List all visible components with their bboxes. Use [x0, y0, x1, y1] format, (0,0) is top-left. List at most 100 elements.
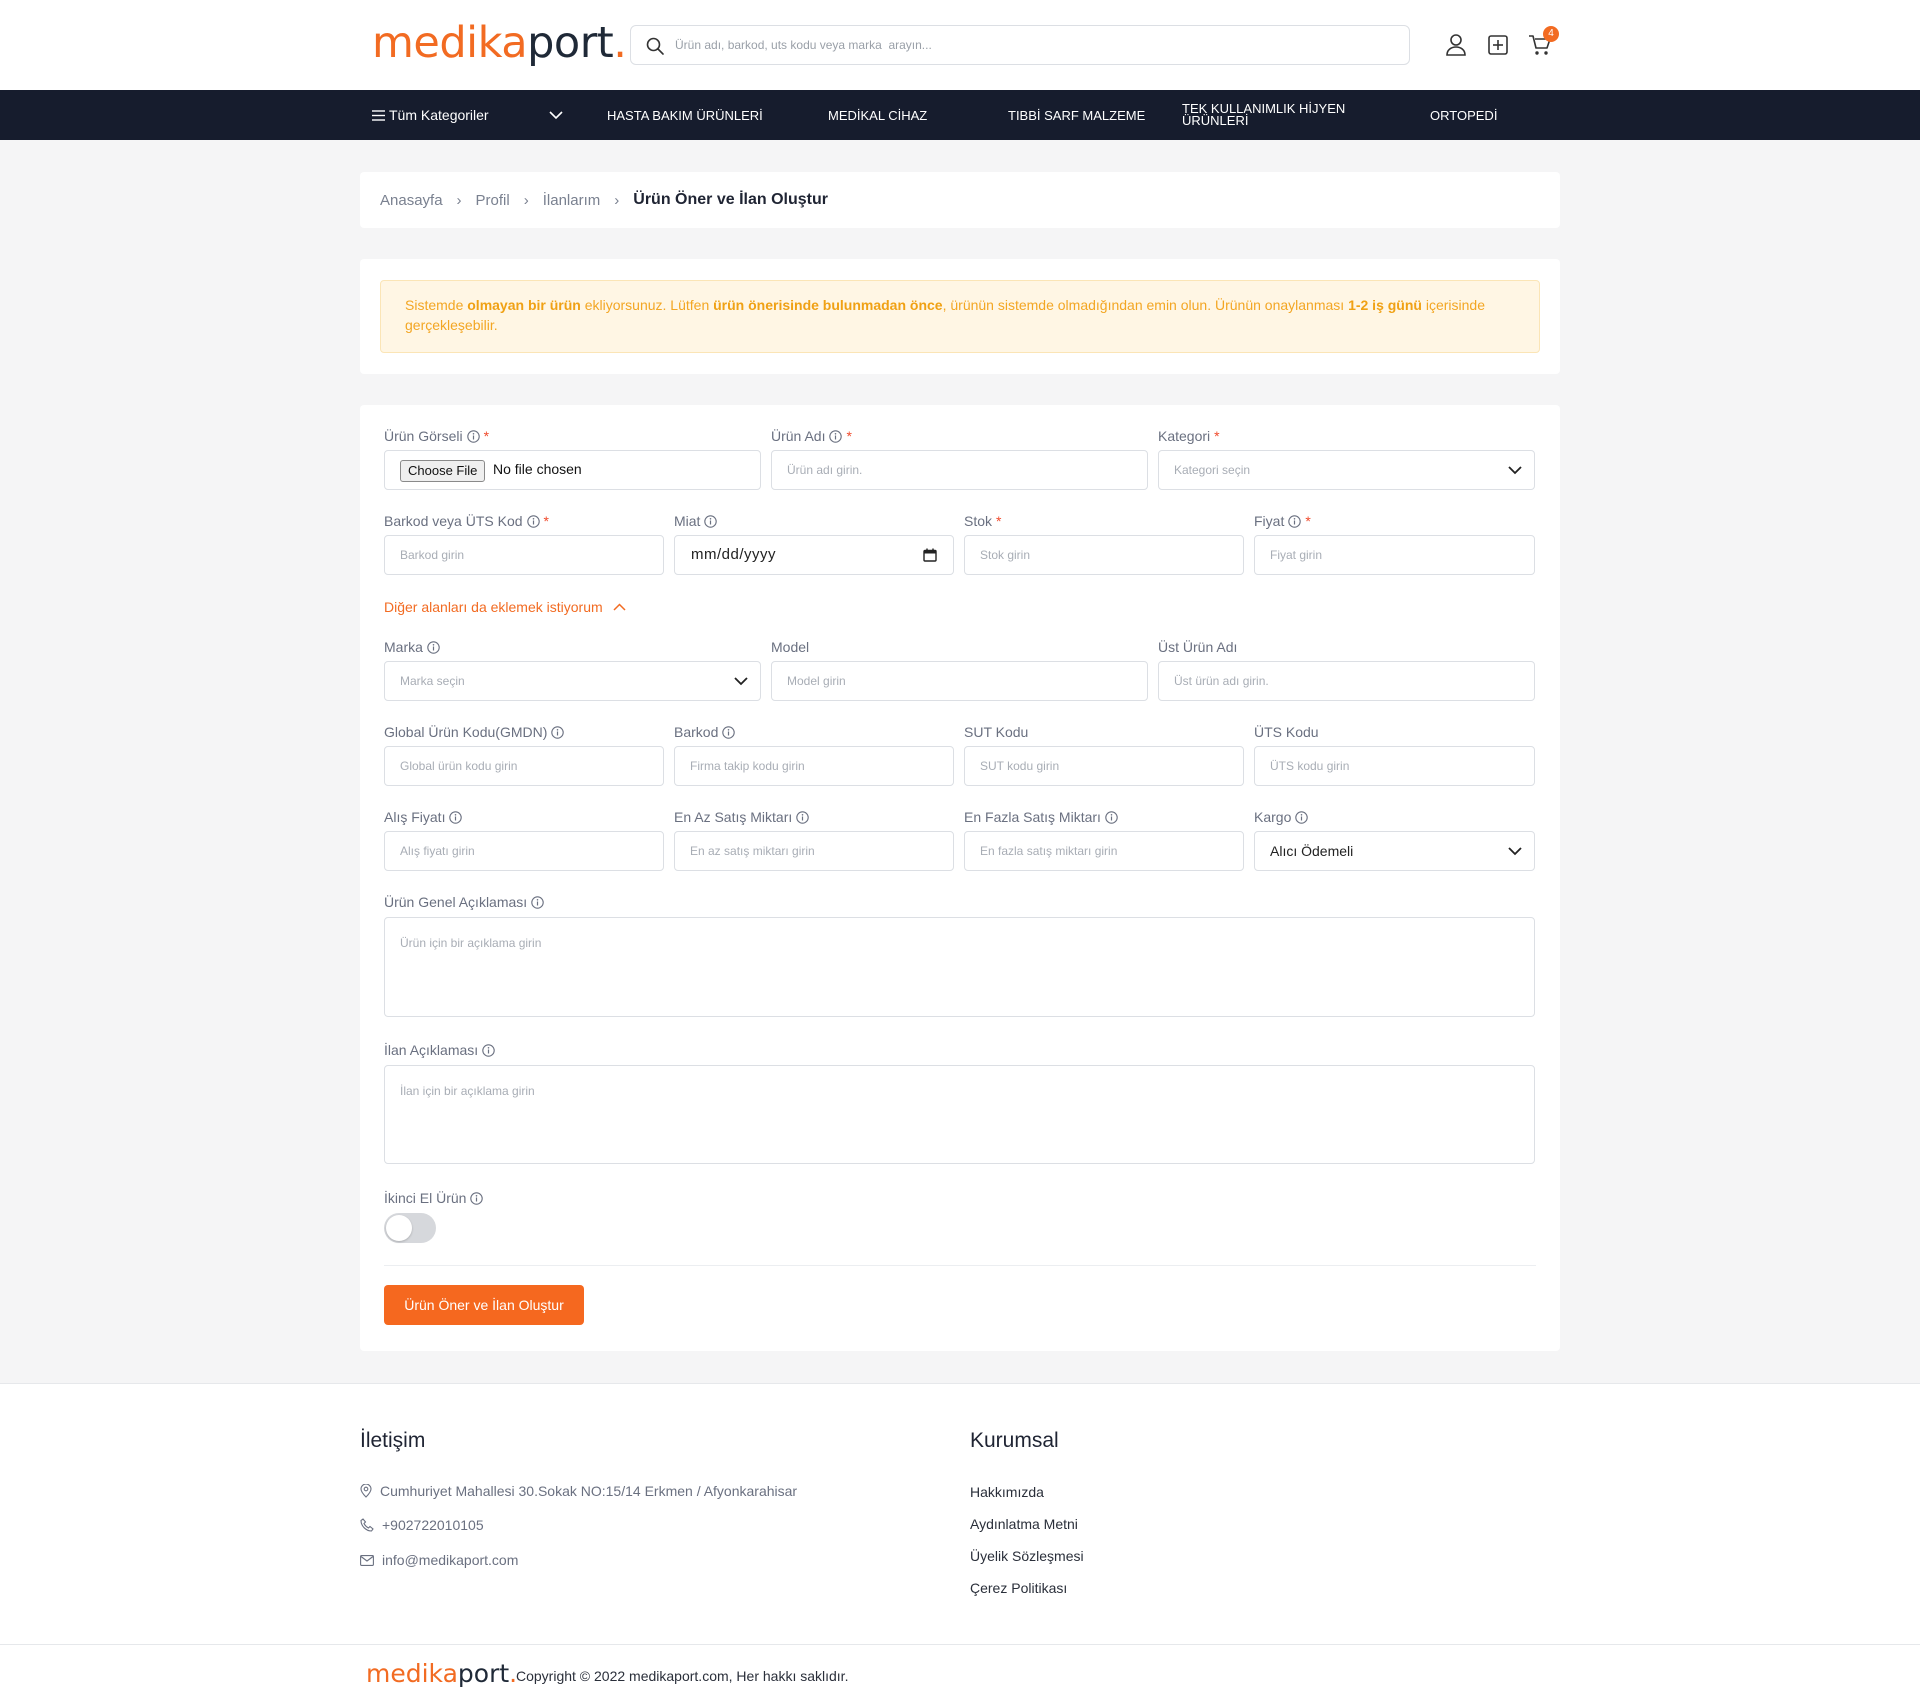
price-input[interactable]	[1255, 536, 1534, 574]
info-icon[interactable]	[551, 725, 565, 739]
sut-input[interactable]	[965, 747, 1243, 785]
choose-file-button[interactable]: Choose File	[400, 460, 486, 482]
uts-input[interactable]	[1255, 747, 1534, 785]
barcode-input[interactable]	[675, 747, 953, 785]
chevron-down-icon	[549, 110, 563, 119]
info-icon[interactable]	[1288, 514, 1302, 528]
info-icon[interactable]	[796, 810, 810, 824]
barcode-uts-label: Barkod veya ÜTS Kod *	[384, 513, 549, 529]
info-icon[interactable]	[704, 514, 718, 528]
sut-field	[964, 746, 1244, 786]
footer-logo[interactable]: medikaport.	[366, 1659, 517, 1688]
calendar-icon[interactable]	[923, 548, 937, 562]
nav-item-hasta-bakim[interactable]: HASTA BAKIM ÜRÜNLERİ	[607, 90, 763, 140]
buy-price-input[interactable]	[385, 832, 663, 870]
gmdn-input[interactable]	[385, 747, 663, 785]
price-field	[1254, 535, 1535, 575]
brand-label: Marka	[384, 639, 440, 655]
uts-label: ÜTS Kodu	[1254, 724, 1319, 740]
second-hand-label: İkinci El Ürün	[384, 1190, 484, 1206]
user-icon[interactable]	[1443, 32, 1469, 58]
image-file-input[interactable]: Choose File No file chosen	[384, 450, 761, 490]
nav-item-ortopedi[interactable]: ORTOPEDİ	[1430, 90, 1497, 140]
model-label: Model	[771, 639, 810, 655]
divider	[384, 1265, 1536, 1266]
barcode-uts-input[interactable]	[385, 536, 663, 574]
price-label: Fiyat *	[1254, 513, 1311, 529]
breadcrumb-home[interactable]: Anasayfa	[380, 192, 443, 209]
cargo-label: Kargo	[1254, 809, 1309, 825]
info-icon[interactable]	[1105, 810, 1118, 824]
info-icon[interactable]	[427, 640, 440, 654]
link-membership[interactable]: Üyelik Sözleşmesi	[970, 1548, 1084, 1564]
submit-button[interactable]: Ürün Öner ve İlan Oluştur	[384, 1285, 584, 1325]
nav-item-medikal-cihaz[interactable]: MEDİKAL CİHAZ	[828, 90, 927, 140]
nav-item-tibbi-sarf[interactable]: TIBBİ SARF MALZEME	[1008, 90, 1145, 140]
stock-input[interactable]	[965, 536, 1243, 574]
info-icon[interactable]	[482, 1043, 495, 1057]
add-listing-icon[interactable]	[1485, 32, 1511, 58]
more-fields-toggle[interactable]: Diğer alanları da eklemek istiyorum	[384, 599, 626, 615]
corporate-title: Kurumsal	[970, 1429, 1059, 1452]
category-select[interactable]: Kategori seçin	[1158, 450, 1535, 490]
category-label: Kategori *	[1158, 428, 1220, 444]
category-nav: Tüm Kategoriler HASTA BAKIM ÜRÜNLERİ MED…	[0, 90, 1920, 140]
breadcrumb-separator: ›	[456, 191, 462, 209]
breadcrumb-profile[interactable]: Profil	[476, 192, 510, 209]
general-desc-textarea[interactable]: Ürün için bir açıklama girin	[384, 917, 1535, 1017]
model-input[interactable]	[772, 662, 1147, 700]
phone[interactable]: +902722010105	[360, 1517, 484, 1533]
brand-select[interactable]: Marka seçin	[384, 661, 761, 701]
all-categories-dropdown[interactable]: Tüm Kategoriler	[372, 90, 563, 140]
image-label: Ürün Görseli *	[384, 428, 490, 444]
product-form: Ürün Görseli * Choose File No file chosen…	[360, 405, 1560, 1351]
info-icon[interactable]	[1295, 810, 1309, 824]
info-icon[interactable]	[466, 429, 480, 443]
chevron-down-icon	[1508, 466, 1522, 475]
info-icon[interactable]	[470, 1191, 484, 1205]
barcode-field	[674, 746, 954, 786]
warning-notice: Sistemde olmayan bir ürün ekliyorsunuz. …	[380, 280, 1540, 353]
search-icon[interactable]	[645, 36, 665, 56]
listing-desc-textarea[interactable]: İlan için bir açıklama girin	[384, 1065, 1535, 1164]
breadcrumb-listings[interactable]: İlanlarım	[543, 192, 601, 209]
expiry-label: Miat	[674, 513, 718, 529]
parent-name-input[interactable]	[1159, 662, 1534, 700]
general-desc-label: Ürün Genel Açıklaması	[384, 894, 544, 910]
search-input[interactable]	[675, 26, 1395, 64]
breadcrumb-current: Ürün Öner ve İlan Oluştur	[633, 191, 828, 208]
info-icon[interactable]	[449, 810, 463, 824]
logo[interactable]: medikaport.	[372, 18, 627, 68]
sut-label: SUT Kodu	[964, 724, 1029, 740]
footer-divider	[0, 1644, 1920, 1645]
stock-label: Stok *	[964, 513, 1002, 529]
cargo-select[interactable]: Alıcı Ödemeli	[1254, 831, 1535, 871]
barcode-label: Barkod	[674, 724, 736, 740]
email[interactable]: info@medikaport.com	[360, 1552, 518, 1568]
uts-field	[1254, 746, 1535, 786]
mail-icon	[360, 1554, 374, 1566]
contact-title: İletişim	[360, 1429, 426, 1452]
link-privacy[interactable]: Aydınlatma Metni	[970, 1516, 1078, 1532]
breadcrumb-separator: ›	[523, 191, 529, 209]
name-label: Ürün Adı *	[771, 428, 852, 444]
min-qty-input[interactable]	[675, 832, 953, 870]
parent-name-field	[1158, 661, 1535, 701]
info-icon[interactable]	[531, 895, 544, 909]
location-icon	[360, 1484, 372, 1498]
info-icon[interactable]	[526, 514, 540, 528]
nav-item-tek-kullanimlik[interactable]: TEK KULLANIMLIK HİJYEN ÜRÜNLERİ	[1182, 90, 1362, 140]
model-field	[771, 661, 1148, 701]
max-qty-input[interactable]	[965, 832, 1243, 870]
expiry-date-input[interactable]: mm/dd/yyyy	[674, 535, 954, 575]
link-about[interactable]: Hakkımızda	[970, 1484, 1044, 1500]
file-status: No file chosen	[493, 461, 582, 477]
all-categories-label: Tüm Kategoriler	[389, 107, 489, 123]
info-icon[interactable]	[722, 725, 736, 739]
info-icon[interactable]	[829, 429, 843, 443]
link-cookies[interactable]: Çerez Politikası	[970, 1580, 1067, 1596]
buy-price-field	[384, 831, 664, 871]
name-input[interactable]	[772, 451, 1147, 489]
search-bar	[630, 25, 1410, 65]
second-hand-toggle[interactable]	[384, 1213, 436, 1243]
